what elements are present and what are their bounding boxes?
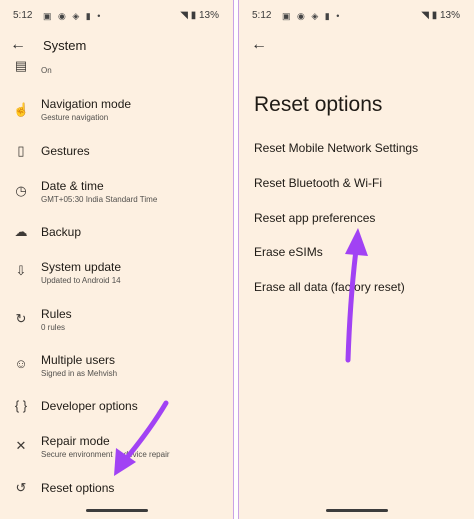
system-settings-screen: 5:12 ▣ ◉ ◈ ▮ • ◥ ▮ 13% ← System ▤ On ☝ N… — [0, 0, 233, 519]
settings-item-navigation-mode[interactable]: ☝ Navigation mode Gesture navigation — [0, 92, 233, 132]
phone-gesture-icon: ▯ — [17, 143, 25, 158]
settings-item-system-update[interactable]: ⇩ System update Updated to Android 14 — [0, 256, 233, 296]
settings-item-title: Reset options — [41, 481, 115, 495]
settings-item-date-time[interactable]: ◷ Date & time GMT+05:30 India Standard T… — [0, 174, 233, 214]
settings-item-repair-mode[interactable]: ✕ Repair mode Secure environment ... dev… — [0, 430, 233, 470]
page-title: Reset options — [254, 93, 383, 116]
wifi-icon: ◥ — [421, 10, 429, 21]
backup-cloud-icon: ☁ — [14, 224, 28, 239]
reset-app-preferences-option[interactable]: Reset app preferences — [254, 211, 375, 225]
status-time: 5:12 — [252, 10, 272, 21]
settings-item-backup[interactable]: ☁ Backup — [0, 217, 233, 257]
notification-icons: ▣ ◉ ◈ ▮ • — [43, 11, 103, 21]
back-arrow-icon[interactable]: ← — [251, 36, 267, 54]
gesture-nav-bar[interactable] — [85, 509, 148, 512]
code-braces-icon: { } — [14, 398, 28, 413]
settings-item-reset-options[interactable]: ↺ Reset options — [0, 474, 233, 514]
settings-item-partial[interactable]: ▤ On — [0, 52, 233, 92]
partial-icon: ▤ — [14, 58, 28, 73]
settings-item-title: Multiple users — [41, 353, 116, 367]
system-update-icon: ⇩ — [15, 263, 27, 278]
notification-icons: ▣ ◉ ◈ ▮ • — [282, 11, 342, 21]
battery-level: 13% — [198, 10, 219, 21]
reset-bluetooth-wifi-option[interactable]: Reset Bluetooth & Wi-Fi — [254, 176, 382, 190]
wifi-icon: ◥ — [180, 10, 188, 21]
settings-item-subtitle: On — [41, 66, 52, 75]
settings-item-title: System update — [41, 260, 122, 274]
settings-item-subtitle: Secure environment ... device repair — [41, 450, 170, 459]
settings-item-title: Gestures — [41, 144, 90, 158]
erase-esims-option[interactable]: Erase eSIMs — [254, 245, 323, 259]
battery-icon: ▮ — [190, 10, 197, 21]
app-bar-title: System — [43, 38, 87, 53]
history-icon: ↺ — [15, 480, 27, 495]
settings-item-subtitle: Updated to Android 14 — [41, 276, 121, 285]
settings-item-subtitle: GMT+05:30 India Standard Time — [41, 195, 158, 204]
factory-reset-option[interactable]: Erase all data (factory reset) — [254, 280, 405, 294]
status-right: ◥ ▮ 13% — [421, 10, 460, 21]
settings-item-subtitle: Signed in as Mehvish — [41, 369, 118, 378]
settings-item-title: Rules — [41, 307, 72, 321]
clock-icon: ◷ — [15, 183, 27, 198]
gesture-nav-bar[interactable] — [325, 509, 388, 512]
settings-item-title: Navigation mode — [41, 97, 132, 111]
wrench-icon: ✕ — [15, 438, 27, 453]
battery-icon: ▮ — [431, 10, 438, 21]
gesture-hand-icon: ☝ — [13, 102, 30, 117]
settings-item-title: Backup — [41, 225, 82, 239]
status-time: 5:12 — [13, 10, 33, 21]
settings-item-title: Developer options — [41, 399, 138, 413]
settings-item-rules[interactable]: ↻ Rules 0 rules — [0, 303, 233, 343]
settings-item-title: Repair mode — [41, 434, 110, 448]
users-icon: ☺ — [14, 356, 28, 371]
rules-icon: ↻ — [15, 311, 27, 326]
settings-item-title: Date & time — [41, 179, 104, 193]
settings-item-gestures[interactable]: ▯ Gestures — [0, 136, 233, 176]
battery-level: 13% — [439, 10, 460, 21]
reset-mobile-network-option[interactable]: Reset Mobile Network Settings — [254, 141, 418, 155]
status-bar: 5:12 ▣ ◉ ◈ ▮ • ◥ ▮ 13% — [252, 9, 460, 23]
settings-item-multiple-users[interactable]: ☺ Multiple users Signed in as Mehvish — [0, 349, 233, 389]
status-bar: 5:12 ▣ ◉ ◈ ▮ • ◥ ▮ 13% — [13, 9, 219, 23]
settings-item-subtitle: 0 rules — [41, 323, 66, 332]
status-right: ◥ ▮ 13% — [180, 10, 219, 21]
reset-options-screen: 5:12 ▣ ◉ ◈ ▮ • ◥ ▮ 13% ← Reset options R… — [239, 0, 474, 519]
settings-item-subtitle: Gesture navigation — [41, 113, 109, 122]
settings-item-developer-options[interactable]: { } Developer options — [0, 392, 233, 432]
